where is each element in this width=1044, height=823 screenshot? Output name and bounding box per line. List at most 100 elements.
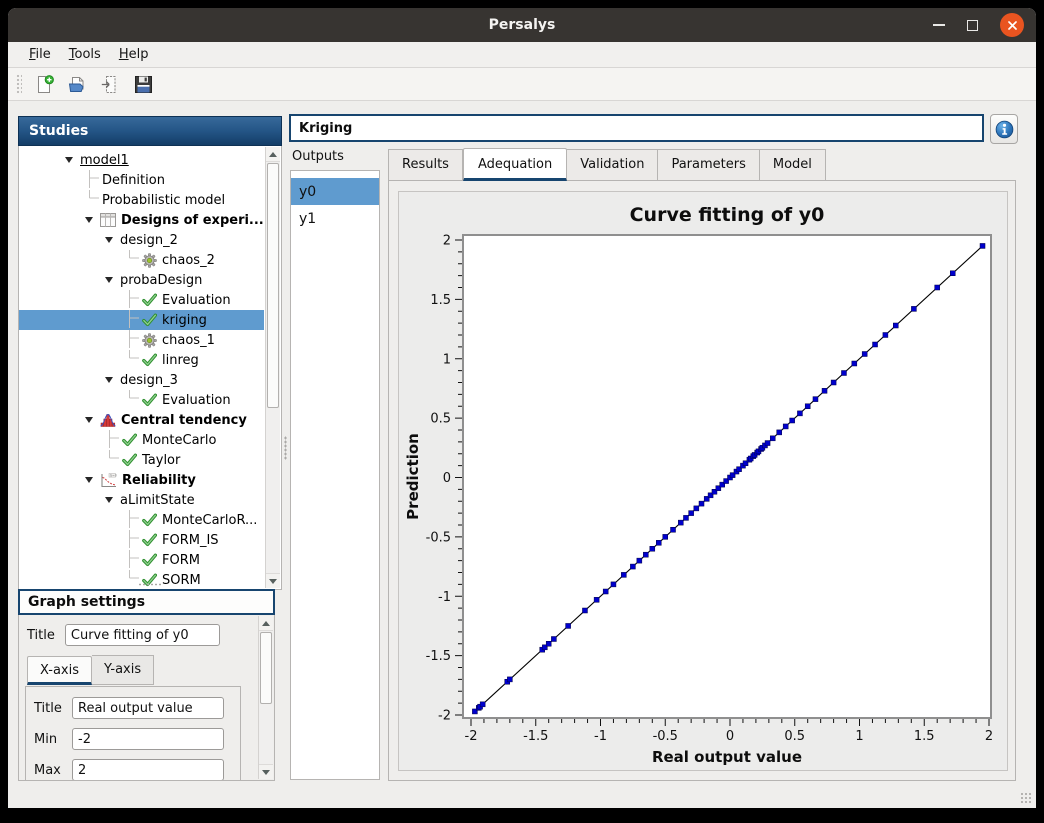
main-content: Studies model1DefinitionProbabilistic mo… [8, 102, 1036, 808]
expander-triangle-icon[interactable] [105, 497, 113, 503]
svg-text:-1.5: -1.5 [523, 729, 548, 744]
graph-settings-panel: Graph settings Title X-axisY-axis TitleM… [18, 589, 275, 781]
title-bar[interactable]: Persalys [8, 8, 1036, 42]
expander-triangle-icon[interactable] [105, 237, 113, 243]
vertical-splitter[interactable] [282, 116, 289, 780]
check-icon [142, 513, 157, 527]
tab-parameters[interactable]: Parameters [658, 149, 759, 181]
tree-item-probabilistic-model[interactable]: Probabilistic model [19, 190, 264, 210]
tab-adequation[interactable]: Adequation [463, 148, 567, 181]
tree-item-montecarlor[interactable]: MonteCarloR... [19, 510, 264, 530]
axis-max-input[interactable] [72, 759, 224, 781]
tab-results[interactable]: Results [388, 149, 463, 181]
app-window: Persalys FileToolsHelp Studies model1Def… [8, 8, 1036, 808]
splitter-handle-dots [284, 436, 287, 460]
close-button[interactable] [1000, 13, 1024, 37]
tree-item-label: Central tendency [121, 413, 247, 428]
tree-item-chaos-1[interactable]: chaos_1 [19, 330, 264, 350]
gear-icon [142, 253, 157, 268]
tree-item-montecarlo[interactable]: MonteCarlo [19, 430, 264, 450]
tree-item-form[interactable]: FORM [19, 550, 264, 570]
central-tendency-icon [100, 413, 116, 427]
tree-item-label: Definition [102, 173, 165, 188]
tree-item-kriging[interactable]: kriging [19, 310, 264, 330]
svg-text:1: 1 [855, 729, 863, 744]
svg-text:0: 0 [443, 471, 451, 486]
menu-help[interactable]: Help [110, 44, 158, 65]
svg-text:0.5: 0.5 [430, 412, 451, 427]
minimize-button[interactable] [933, 24, 945, 26]
svg-text:-0.5: -0.5 [653, 729, 678, 744]
graph-settings-scrollbar[interactable] [258, 616, 273, 779]
expander-triangle-icon[interactable] [105, 377, 113, 383]
tree-item-definition[interactable]: Definition [19, 170, 264, 190]
tree-item-form-is[interactable]: FORM_IS [19, 530, 264, 550]
save-button[interactable] [129, 70, 158, 98]
output-item-y1[interactable]: y1 [291, 205, 379, 232]
tree-scrollbar-thumb[interactable] [267, 163, 279, 408]
tree-item-probadesign[interactable]: probaDesign [19, 270, 264, 290]
resize-grip[interactable] [1020, 792, 1033, 805]
tree-item-label: Taylor [142, 453, 180, 468]
tree-item-reliability[interactable]: G=0Reliability [19, 470, 264, 490]
graph-title-input[interactable] [65, 624, 220, 646]
tree-item-label: linreg [162, 353, 199, 368]
tree-item-designs-of-experi[interactable]: Designs of experi... [19, 210, 264, 230]
output-item-y0[interactable]: y0 [291, 178, 379, 205]
maximize-button[interactable] [967, 20, 978, 31]
tree-item-design-2[interactable]: design_2 [19, 230, 264, 250]
tree-item-taylor[interactable]: Taylor [19, 450, 264, 470]
tab-model[interactable]: Model [760, 149, 826, 181]
scroll-up-button[interactable] [266, 147, 280, 162]
studies-tree: model1 Definition Probabilistic modelDesig… [19, 150, 264, 590]
svg-text:2: 2 [985, 729, 993, 744]
tab-validation[interactable]: Validation [567, 149, 658, 181]
axis-title-input[interactable] [72, 697, 224, 719]
graph-settings-scrollbar-thumb[interactable] [260, 632, 272, 704]
tree-item-chaos-2[interactable]: chaos_2 [19, 250, 264, 270]
tab-y-axis[interactable]: Y-axis [92, 655, 154, 685]
tree-item-design-3[interactable]: design_3 [19, 370, 264, 390]
expander-triangle-icon[interactable] [85, 417, 93, 423]
arrow-up-icon [262, 621, 270, 626]
tree-item-linreg[interactable]: linreg [19, 350, 264, 370]
import-script-button[interactable] [96, 70, 125, 98]
open-study-button[interactable] [63, 70, 92, 98]
model-name-field[interactable]: Kriging [289, 114, 984, 142]
expander-triangle-icon[interactable] [85, 477, 93, 483]
tree-item-evaluation[interactable]: Evaluation [19, 290, 264, 310]
studies-panel: Studies model1DefinitionProbabilistic mo… [18, 116, 282, 590]
studies-tree-container: model1 Definition Probabilistic modelDesig… [18, 146, 282, 590]
expander-triangle-icon[interactable] [105, 277, 113, 283]
outputs-label: Outputs [292, 149, 344, 164]
maximize-icon [967, 20, 978, 31]
close-icon [1007, 20, 1018, 31]
horizontal-splitter[interactable] [18, 581, 282, 588]
expander-triangle-icon[interactable] [85, 217, 93, 223]
tree-scrollbar[interactable] [265, 147, 280, 588]
axis-min-label: Min [34, 732, 72, 747]
scroll-up-button[interactable] [259, 616, 273, 631]
arrow-down-icon [262, 770, 270, 775]
svg-text:-1: -1 [594, 729, 607, 744]
tree-item-alimitstate[interactable]: aLimitState [19, 490, 264, 510]
scroll-down-button[interactable] [259, 764, 273, 779]
menu-file[interactable]: File [20, 44, 60, 65]
check-icon [122, 453, 137, 467]
tree-branch-line [125, 550, 140, 570]
tree-branch-line [125, 330, 140, 350]
toolbar-drag-handle[interactable] [16, 74, 22, 94]
info-button[interactable] [990, 114, 1018, 144]
info-icon [995, 120, 1014, 139]
svg-text:-1: -1 [438, 590, 451, 605]
check-icon [142, 553, 157, 567]
menu-tools[interactable]: Tools [60, 44, 110, 65]
tree-item-evaluation[interactable]: Evaluation [19, 390, 264, 410]
new-study-button[interactable] [30, 70, 59, 98]
expander-triangle-icon[interactable] [65, 157, 73, 163]
tab-x-axis[interactable]: X-axis [27, 656, 92, 685]
axis-min-input[interactable] [72, 728, 224, 750]
tree-item-model1[interactable]: model1 [19, 150, 264, 170]
outputs-list: y0y1 [290, 170, 380, 780]
tree-item-central-tendency[interactable]: Central tendency [19, 410, 264, 430]
